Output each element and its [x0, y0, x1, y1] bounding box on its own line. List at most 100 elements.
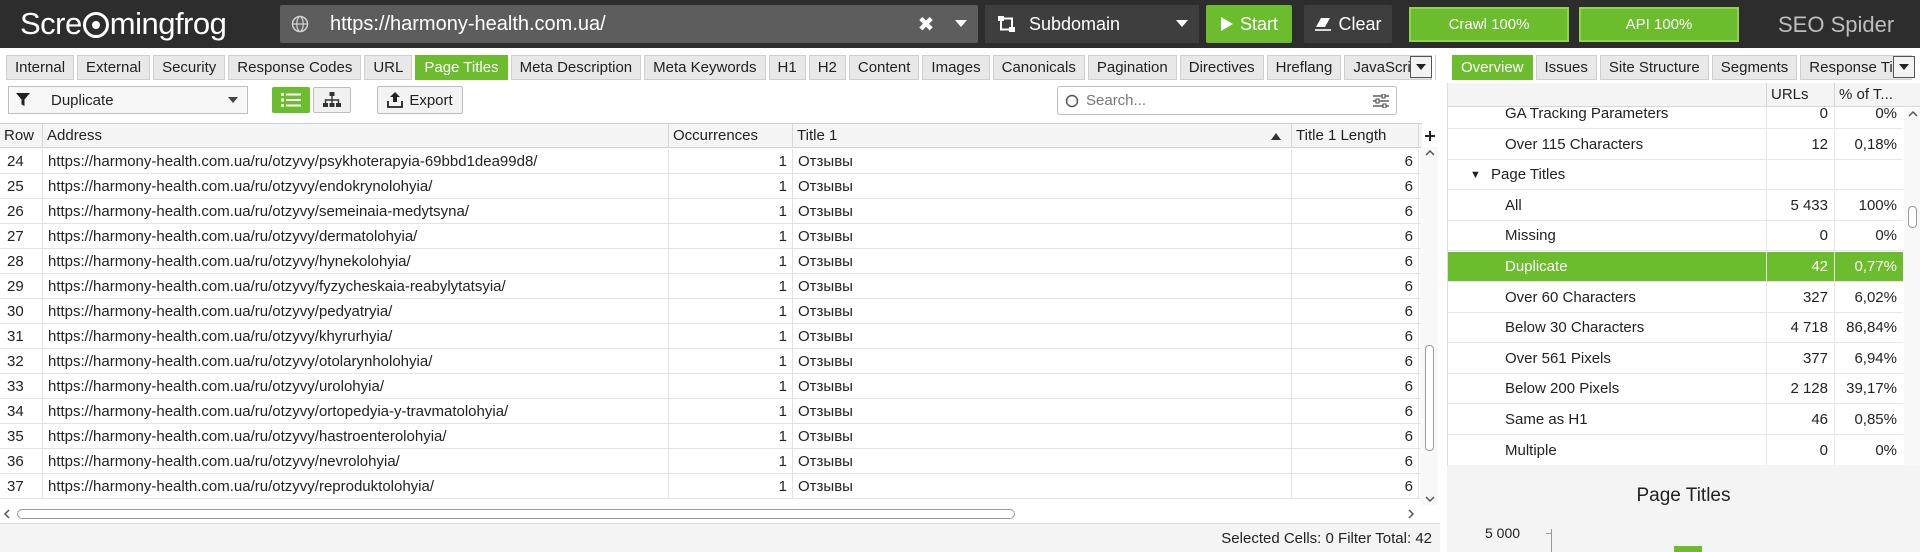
- overview-vertical-scroll-thumb[interactable]: [1908, 206, 1917, 228]
- cell-title-1-length[interactable]: 6: [1292, 474, 1419, 499]
- overview-item-all[interactable]: All 5 433 100%: [1448, 190, 1903, 221]
- overview-item-duplicate[interactable]: Duplicate 42 0,77%: [1448, 252, 1903, 282]
- tab-links[interactable]: Links: [1435, 55, 1436, 80]
- overview-item-multiple[interactable]: Multiple 0 0%: [1448, 435, 1903, 466]
- add-column-button[interactable]: [1421, 124, 1438, 147]
- tab-security[interactable]: Security: [153, 55, 226, 80]
- column-header-row[interactable]: Row: [0, 124, 43, 148]
- cell-row-number[interactable]: 30: [0, 299, 43, 324]
- cell-title-1-length[interactable]: 6: [1292, 274, 1419, 299]
- table-row[interactable]: 36 https://harmony-health.com.ua/ru/otzyv…: [0, 449, 1422, 474]
- table-horizontal-scroll-thumb[interactable]: [17, 509, 1015, 519]
- tab-meta-keywords[interactable]: Meta Keywords: [644, 55, 766, 80]
- cell-occurrences[interactable]: 1: [669, 374, 793, 399]
- cell-title-1[interactable]: Отзывы: [793, 249, 1292, 274]
- cell-occurrences[interactable]: 1: [669, 349, 793, 374]
- cell-address[interactable]: https://harmony-health.com.ua/ru/otzyvy/…: [43, 149, 669, 174]
- url-input[interactable]: [320, 12, 908, 36]
- tab-images[interactable]: Images: [922, 55, 990, 80]
- table-row[interactable]: 30 https://harmony-health.com.ua/ru/otzyv…: [0, 299, 1422, 324]
- tab-hreflang[interactable]: Hreflang: [1266, 55, 1342, 80]
- cell-occurrences[interactable]: 1: [669, 299, 793, 324]
- cell-address[interactable]: https://harmony-health.com.ua/ru/otzyvy/…: [43, 174, 669, 199]
- cell-row-number[interactable]: 33: [0, 374, 43, 399]
- crawl-mode-select[interactable]: Subdomain: [985, 5, 1199, 43]
- list-view-button[interactable]: [272, 87, 310, 113]
- cell-title-1[interactable]: Отзывы: [793, 424, 1292, 449]
- cell-address[interactable]: https://harmony-health.com.ua/ru/otzyvy/…: [43, 349, 669, 374]
- export-button[interactable]: Export: [377, 86, 463, 114]
- cell-title-1[interactable]: Отзывы: [793, 299, 1292, 324]
- column-header-occurrences[interactable]: Occurrences: [669, 124, 793, 148]
- cell-row-number[interactable]: 32: [0, 349, 43, 374]
- table-row[interactable]: 33 https://harmony-health.com.ua/ru/otzyv…: [0, 374, 1422, 399]
- scroll-right-icon[interactable]: [1408, 509, 1415, 519]
- cell-occurrences[interactable]: 1: [669, 224, 793, 249]
- cell-title-1-length[interactable]: 6: [1292, 399, 1419, 424]
- cell-title-1[interactable]: Отзывы: [793, 174, 1292, 199]
- scroll-down-icon[interactable]: [1425, 496, 1435, 503]
- cell-occurrences[interactable]: 1: [669, 149, 793, 174]
- cell-occurrences[interactable]: 1: [669, 199, 793, 224]
- right-tab-segments[interactable]: Segments: [1711, 55, 1798, 80]
- tab-meta-description[interactable]: Meta Description: [510, 55, 642, 80]
- cell-title-1-length[interactable]: 6: [1292, 249, 1419, 274]
- filter-select[interactable]: Duplicate: [8, 86, 248, 114]
- cell-title-1[interactable]: Отзывы: [793, 149, 1292, 174]
- tab-h2[interactable]: H2: [808, 55, 846, 80]
- cell-row-number[interactable]: 27: [0, 224, 43, 249]
- cell-occurrences[interactable]: 1: [669, 399, 793, 424]
- cell-occurrences[interactable]: 1: [669, 424, 793, 449]
- cell-address[interactable]: https://harmony-health.com.ua/ru/otzyvy/…: [43, 424, 669, 449]
- cell-occurrences[interactable]: 1: [669, 324, 793, 349]
- cell-row-number[interactable]: 34: [0, 399, 43, 424]
- url-history-dropdown-icon[interactable]: [944, 20, 978, 28]
- table-row[interactable]: 27 https://harmony-health.com.ua/ru/otzyv…: [0, 224, 1422, 249]
- cell-address[interactable]: https://harmony-health.com.ua/ru/otzyvy/…: [43, 374, 669, 399]
- cell-title-1[interactable]: Отзывы: [793, 199, 1292, 224]
- tab-internal[interactable]: Internal: [6, 55, 75, 80]
- overview-section-header[interactable]: ▼ Page Titles: [1448, 160, 1903, 191]
- cell-row-number[interactable]: 31: [0, 324, 43, 349]
- cell-title-1-length[interactable]: 6: [1292, 199, 1419, 224]
- overview-item-below-200-pixels[interactable]: Below 200 Pixels 2 128 39,17%: [1448, 374, 1903, 405]
- right-tab-overview[interactable]: Overview: [1452, 55, 1533, 80]
- table-row[interactable]: 28 https://harmony-health.com.ua/ru/otzyv…: [0, 249, 1422, 274]
- clear-url-icon[interactable]: ✖: [908, 12, 944, 37]
- clear-button[interactable]: Clear: [1304, 5, 1392, 43]
- tab-response-codes[interactable]: Response Codes: [228, 55, 362, 80]
- table-vertical-scrollbar[interactable]: [1421, 147, 1438, 505]
- search-settings-icon[interactable]: [1366, 93, 1396, 108]
- more-right-tabs-dropdown[interactable]: [1893, 56, 1915, 78]
- cell-occurrences[interactable]: 1: [669, 449, 793, 474]
- cell-occurrences[interactable]: 1: [669, 174, 793, 199]
- scroll-left-icon[interactable]: [3, 509, 10, 519]
- cell-title-1[interactable]: Отзывы: [793, 474, 1292, 499]
- cell-address[interactable]: https://harmony-health.com.ua/ru/otzyvy/…: [43, 274, 669, 299]
- cell-row-number[interactable]: 24: [0, 149, 43, 174]
- overview-item-missing[interactable]: Missing 0 0%: [1448, 221, 1903, 252]
- table-row[interactable]: 32 https://harmony-health.com.ua/ru/otzyv…: [0, 349, 1422, 374]
- table-row[interactable]: 26 https://harmony-health.com.ua/ru/otzyv…: [0, 199, 1422, 224]
- overview-header-percent[interactable]: % of T...: [1834, 83, 1904, 107]
- scroll-up-icon[interactable]: [1908, 110, 1918, 117]
- cell-address[interactable]: https://harmony-health.com.ua/ru/otzyvy/…: [43, 324, 669, 349]
- cell-occurrences[interactable]: 1: [669, 474, 793, 499]
- tree-view-button[interactable]: [313, 87, 351, 113]
- more-tabs-dropdown[interactable]: [1410, 56, 1432, 78]
- right-tab-issues[interactable]: Issues: [1535, 55, 1597, 80]
- cell-address[interactable]: https://harmony-health.com.ua/ru/otzyvy/…: [43, 249, 669, 274]
- column-header-address[interactable]: Address: [43, 124, 669, 148]
- tab-url[interactable]: URL: [364, 55, 413, 80]
- cell-title-1-length[interactable]: 6: [1292, 324, 1419, 349]
- cell-row-number[interactable]: 26: [0, 199, 43, 224]
- cell-title-1[interactable]: Отзывы: [793, 324, 1292, 349]
- search-input[interactable]: [1086, 92, 1366, 109]
- tab-directives[interactable]: Directives: [1179, 55, 1264, 80]
- cell-title-1-length[interactable]: 6: [1292, 299, 1419, 324]
- table-row[interactable]: 24 https://harmony-health.com.ua/ru/otzyv…: [0, 149, 1422, 174]
- table-row[interactable]: 34 https://harmony-health.com.ua/ru/otzyv…: [0, 399, 1422, 424]
- cell-title-1-length[interactable]: 6: [1292, 424, 1419, 449]
- cell-occurrences[interactable]: 1: [669, 274, 793, 299]
- overview-header-urls[interactable]: URLs: [1766, 83, 1834, 107]
